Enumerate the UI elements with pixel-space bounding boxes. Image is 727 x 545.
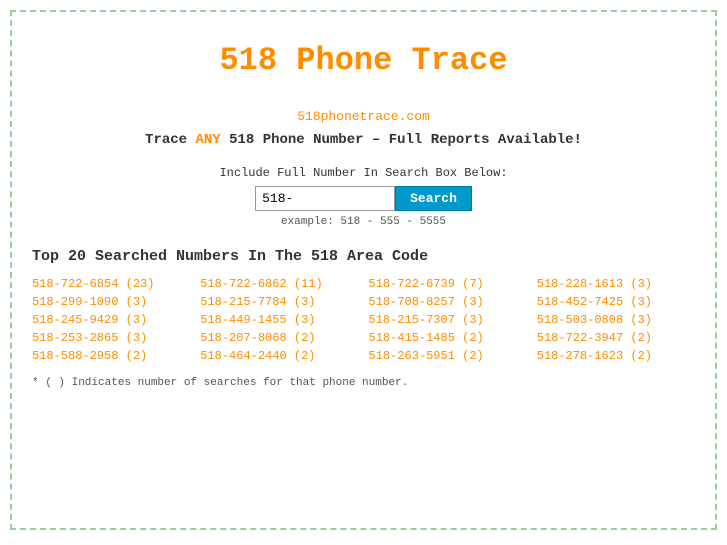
number-link[interactable]: 518-464-2440 (2) (200, 349, 358, 363)
number-link[interactable]: 518-263-5951 (2) (369, 349, 527, 363)
number-link[interactable]: 518-449-1455 (3) (200, 313, 358, 327)
site-url: 518phonetrace.com (32, 109, 695, 124)
number-link[interactable]: 518-722-6854 (23) (32, 277, 190, 291)
search-row: Search (32, 186, 695, 211)
tagline-suffix: 518 Phone Number – Full Reports Availabl… (221, 132, 582, 148)
number-link[interactable]: 518-228-1613 (3) (537, 277, 695, 291)
tagline-any: ANY (195, 132, 220, 148)
number-link[interactable]: 518-722-6862 (11) (200, 277, 358, 291)
number-link[interactable]: 518-588-2958 (2) (32, 349, 190, 363)
number-link[interactable]: 518-503-0808 (3) (537, 313, 695, 327)
number-link[interactable]: 518-299-1090 (3) (32, 295, 190, 309)
outer-border: 518 Phone Trace 518phonetrace.com Trace … (10, 10, 717, 530)
numbers-grid: 518-722-6854 (23) 518-722-6862 (11) 518-72… (32, 277, 695, 363)
page-title: 518 Phone Trace (32, 22, 695, 109)
number-link[interactable]: 518-708-8257 (3) (369, 295, 527, 309)
tagline-prefix: Trace (145, 132, 195, 148)
number-link[interactable]: 518-253-2865 (3) (32, 331, 190, 345)
number-link[interactable]: 518-722-6739 (7) (369, 277, 527, 291)
search-input[interactable] (255, 186, 395, 211)
number-link[interactable]: 518-722-3947 (2) (537, 331, 695, 345)
footnote: * ( ) Indicates number of searches for t… (32, 377, 695, 389)
search-section: Include Full Number In Search Box Below:… (32, 166, 695, 228)
number-link[interactable]: 518-278-1623 (2) (537, 349, 695, 363)
search-label: Include Full Number In Search Box Below: (32, 166, 695, 180)
number-link[interactable]: 518-215-7784 (3) (200, 295, 358, 309)
number-link[interactable]: 518-452-7425 (3) (537, 295, 695, 309)
number-link[interactable]: 518-245-9429 (3) (32, 313, 190, 327)
number-link[interactable]: 518-415-1485 (2) (369, 331, 527, 345)
search-example: example: 518 - 555 - 5555 (32, 216, 695, 228)
search-button[interactable]: Search (395, 186, 472, 211)
top-numbers-heading: Top 20 Searched Numbers In The 518 Area … (32, 248, 695, 265)
number-link[interactable]: 518-215-7307 (3) (369, 313, 527, 327)
tagline: Trace ANY 518 Phone Number – Full Report… (32, 132, 695, 148)
number-link[interactable]: 518-207-8068 (2) (200, 331, 358, 345)
